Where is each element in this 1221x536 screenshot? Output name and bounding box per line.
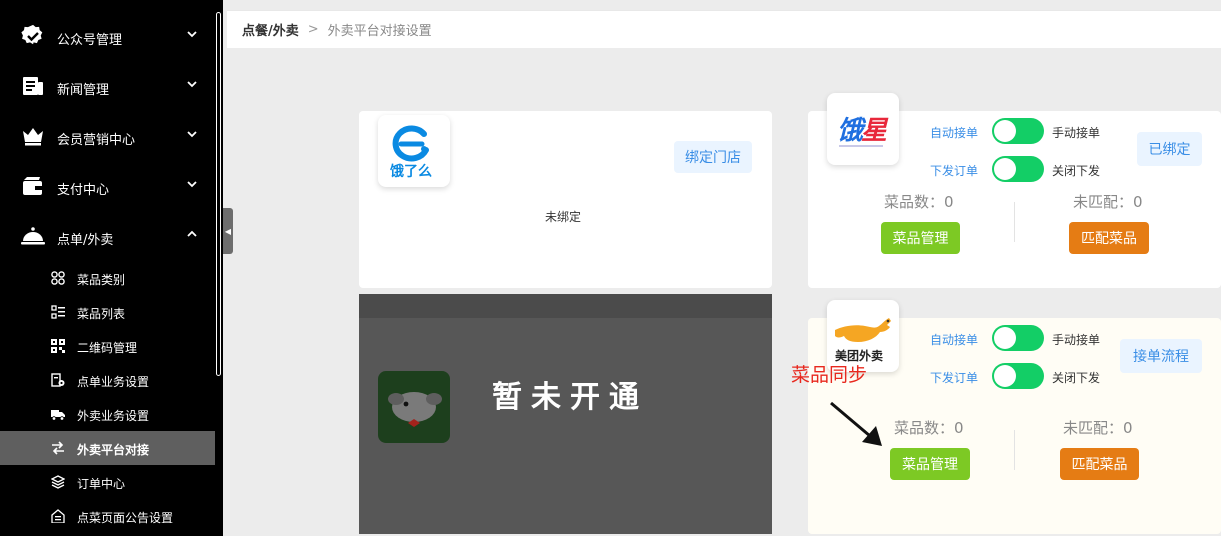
breadcrumb-current: 外卖平台对接设置 — [327, 24, 432, 39]
sidebar-item-label: 外卖业务设置 — [77, 409, 150, 423]
sidebar-scrollbar[interactable] — [215, 0, 223, 536]
breadcrumb-parent[interactable]: 点餐/外卖 — [242, 20, 299, 39]
ele-star-logo: 饿 星 — [827, 93, 899, 165]
sidebar-item-order-center[interactable]: 订单中心 — [0, 465, 215, 499]
cloche-icon — [21, 227, 45, 245]
auto-accept-toggle[interactable] — [992, 325, 1044, 351]
sidebar-group-membership[interactable]: 会员营销中心 — [0, 112, 215, 162]
dish-count: 菜品数：0 — [894, 419, 964, 437]
swap-icon — [52, 441, 64, 455]
close-dispatch-label: 关闭下发 — [1052, 164, 1101, 178]
dog-mascot-icon — [388, 392, 442, 427]
chevron-up-icon — [187, 230, 197, 237]
sidebar-group-label: 支付中心 — [57, 183, 110, 198]
scrollbar-thumb[interactable] — [216, 12, 221, 376]
sidebar-group-label: 会员营销中心 — [57, 133, 136, 148]
sidebar-item-delivery-settings[interactable]: 外卖业务设置 — [0, 397, 215, 431]
sidebar-item-order-settings[interactable]: 点单业务设置 — [0, 363, 215, 397]
sidebar-group-label: 公众号管理 — [57, 33, 123, 48]
unmatched-count: 未匹配：0 — [1063, 419, 1133, 437]
match-dishes-button[interactable]: 匹配菜品 — [1060, 448, 1139, 480]
bound-button[interactable]: 已绑定 — [1137, 132, 1202, 166]
grid-icon — [51, 271, 65, 285]
order-settings-icon — [51, 373, 65, 387]
dish-management-button[interactable]: 菜品管理 — [890, 448, 970, 480]
dispatch-label: 下发订单 — [930, 164, 979, 178]
sidebar-group-news[interactable]: 新闻管理 — [0, 62, 215, 112]
eleme-logo-text: 饿了么 — [390, 164, 432, 180]
badge-check-icon — [21, 24, 43, 45]
eleme-status: 未绑定 — [545, 210, 582, 224]
manual-accept-label: 手动接单 — [1052, 333, 1101, 347]
divider — [1014, 202, 1015, 242]
auto-accept-label: 自动接单 — [930, 126, 979, 140]
sidebar-item-label: 点菜页面公告设置 — [77, 511, 174, 525]
sidebar-group-order-takeaway[interactable]: 点单/外卖 — [0, 212, 215, 262]
sidebar-item-label: 菜品列表 — [77, 307, 126, 321]
sidebar-group-official-account[interactable]: 公众号管理 — [0, 12, 215, 62]
sidebar-item-label: 点单业务设置 — [77, 375, 150, 389]
dispatch-toggle[interactable] — [992, 156, 1044, 182]
eleme-logo: 饿了么 — [378, 115, 450, 187]
breadcrumb: 点餐/外卖 > 外卖平台对接设置 — [227, 10, 1221, 48]
chevron-down-icon — [187, 181, 197, 188]
auto-accept-toggle[interactable] — [992, 118, 1044, 144]
jd-card: 暂未开通 — [359, 294, 772, 534]
auto-accept-label: 自动接单 — [930, 333, 979, 347]
sidebar-item-label: 订单中心 — [77, 477, 126, 491]
dispatch-toggle[interactable] — [992, 363, 1044, 389]
dish-management-button[interactable]: 菜品管理 — [881, 222, 960, 254]
unmatched-count: 未匹配：0 — [1073, 193, 1143, 211]
annotation-label: 菜品同步 — [791, 364, 868, 386]
layers-icon — [51, 475, 65, 489]
order-flow-button[interactable]: 接单流程 — [1120, 339, 1202, 373]
sidebar: 公众号管理 新闻管理 会员营销中心 支付中心 点单/外卖 菜品类别 菜品列表 二… — [0, 0, 215, 536]
chevron-down-icon — [187, 81, 197, 88]
manual-accept-label: 手动接单 — [1052, 126, 1101, 140]
jd-status: 暂未开通 — [492, 380, 648, 415]
divider — [1014, 430, 1015, 470]
triangle-left-icon: ◀ — [224, 226, 232, 236]
sidebar-item-menu-notice[interactable]: 点菜页面公告设置 — [0, 499, 215, 533]
sidebar-item-label: 外卖平台对接 — [77, 443, 150, 457]
sidebar-item-label: 二维码管理 — [77, 341, 138, 355]
sidebar-item-platform-integration[interactable]: 外卖平台对接 — [0, 431, 215, 465]
sidebar-collapse-handle[interactable]: ◀ — [223, 208, 233, 254]
chevron-down-icon — [187, 31, 197, 38]
sidebar-group-label: 点单/外卖 — [57, 233, 114, 248]
sidebar-group-label: 新闻管理 — [57, 83, 110, 98]
dispatch-label: 下发订单 — [930, 371, 979, 385]
match-dishes-button[interactable]: 匹配菜品 — [1069, 222, 1149, 254]
breadcrumb-separator: > — [307, 22, 319, 37]
sidebar-item-qrcode[interactable]: 二维码管理 — [0, 329, 215, 363]
sidebar-item-dish-category[interactable]: 菜品类别 — [0, 261, 215, 295]
eleme-card: 饿了么 绑定门店 未绑定 — [359, 111, 772, 288]
sidebar-item-dish-list[interactable]: 菜品列表 — [0, 295, 215, 329]
chevron-down-icon — [187, 131, 197, 138]
svg-text:星: 星 — [861, 116, 889, 146]
delivery-truck-icon — [51, 410, 65, 421]
wallet-icon — [23, 177, 42, 195]
list-icon — [51, 305, 65, 319]
sidebar-item-label: 菜品类别 — [77, 273, 126, 287]
qrcode-icon — [51, 339, 65, 353]
annotation-arrow-icon — [830, 401, 882, 446]
ele-star-logo-icon: 饿 星 — [837, 116, 889, 147]
news-icon — [23, 77, 43, 95]
home-notice-icon — [51, 509, 65, 523]
jd-logo — [378, 371, 450, 443]
sidebar-group-payment[interactable]: 支付中心 — [0, 162, 215, 212]
close-dispatch-label: 关闭下发 — [1052, 371, 1101, 385]
bind-store-button[interactable]: 绑定门店 — [674, 141, 752, 173]
crown-icon — [23, 128, 43, 146]
dish-count: 菜品数：0 — [884, 193, 954, 211]
